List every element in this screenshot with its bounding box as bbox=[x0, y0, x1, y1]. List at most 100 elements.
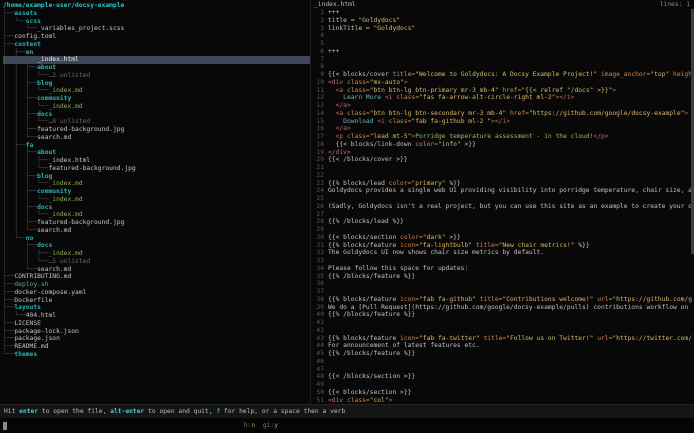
tree-item[interactable]: │ │ │ └──_index.md bbox=[3, 103, 310, 111]
line-number: 15 bbox=[311, 118, 324, 126]
tree-item[interactable]: │ └──404.html bbox=[3, 312, 310, 320]
file-tree: ├──assets│ └──scss│ └──_variables_projec… bbox=[3, 10, 310, 359]
tree-item[interactable]: │ │ │ ├──_index.html bbox=[3, 157, 310, 165]
tree-item-label: _variables_project.scss bbox=[37, 25, 124, 32]
tree-item[interactable]: │ │ ├──_index.md bbox=[3, 250, 310, 258]
tree-item[interactable]: │ │ ├──community bbox=[3, 95, 310, 103]
tree-item-label: package.json bbox=[14, 335, 60, 342]
tree-item-label: assets bbox=[14, 10, 37, 17]
tree-item[interactable]: ├──LICENSE bbox=[3, 320, 310, 328]
tree-item-selected[interactable]: │ │ ├──_index.html bbox=[3, 56, 310, 64]
tree-item-label: _index.html bbox=[49, 157, 91, 164]
tree-item[interactable]: │ │ └──search.md bbox=[3, 134, 310, 142]
code-line: 45{{% /blocks/feature %}} bbox=[311, 350, 694, 358]
tree-branch-lines: │ │ └── bbox=[3, 227, 37, 234]
tree-item[interactable]: ├──Dockerfile bbox=[3, 297, 310, 305]
tree-item[interactable]: │ │ │ └──_index.md bbox=[3, 180, 310, 188]
line-number: 27 bbox=[311, 211, 324, 219]
tree-item[interactable]: ├──assets bbox=[3, 10, 310, 18]
tree-branch-lines: │ │ ├── bbox=[3, 126, 37, 133]
tree-item[interactable]: │ │ ├──featured-background.jpg bbox=[3, 126, 310, 134]
code-text: </a> bbox=[328, 102, 351, 110]
tree-item-label: about bbox=[37, 64, 56, 71]
tree-item[interactable]: │ │ └──search.md bbox=[3, 227, 310, 235]
code-text: title = "Goldydocs" bbox=[328, 17, 400, 25]
tree-item[interactable]: │ │ ├──about bbox=[3, 149, 310, 157]
tree-branch-lines: │ │ ├── bbox=[3, 250, 49, 257]
code-text: {{< blocks/section >}} bbox=[328, 389, 411, 397]
line-number: 45 bbox=[311, 350, 324, 358]
tree-item-label: README.md bbox=[14, 343, 48, 350]
code-text: {{% /blocks/feature %}} bbox=[328, 273, 415, 281]
tree-branch-lines: │ │ │ └── bbox=[3, 103, 49, 110]
tree-item[interactable]: ├──deploy.sh bbox=[3, 281, 310, 289]
line-number: 10 bbox=[311, 79, 324, 87]
code-line: 21 bbox=[311, 164, 694, 172]
root-path[interactable]: /home/example-user/docsy-example bbox=[3, 2, 310, 10]
code-text: {{< blocks/section color="dark" >}} bbox=[328, 234, 461, 242]
tree-branch-lines: │ │ ├── bbox=[3, 204, 37, 211]
tree-item[interactable]: │ │ │ └──_index.md bbox=[3, 87, 310, 95]
line-number: 48 bbox=[311, 373, 324, 381]
tree-item[interactable]: │ │ │ └──…8 unlisted bbox=[3, 118, 310, 126]
tree-branch-lines: ├── bbox=[3, 10, 14, 17]
code-line: 30{{< blocks/section color="dark" >}} bbox=[311, 234, 694, 242]
line-number: 46 bbox=[311, 358, 324, 366]
code-line: 25 bbox=[311, 195, 694, 203]
code-line: 10<div class="mx-auto"> bbox=[311, 79, 694, 87]
tree-item[interactable]: ├──layouts bbox=[3, 304, 310, 312]
code-line: 42 bbox=[311, 327, 694, 335]
tree-item[interactable]: │ │ │ └──…2 unlisted bbox=[3, 72, 310, 80]
code-line: 47 bbox=[311, 366, 694, 374]
tree-item[interactable]: ├──content bbox=[3, 41, 310, 49]
tree-item[interactable]: │ │ └──…5 unlisted bbox=[3, 258, 310, 266]
code-line: 15 Download <i class="fab fa-github ml-2… bbox=[311, 118, 694, 126]
tree-item-label: search.md bbox=[37, 134, 71, 141]
tree-item[interactable]: │ │ │ └──_index.md bbox=[3, 196, 310, 204]
tree-branch-lines: │ └── bbox=[3, 312, 26, 319]
tree-branch-lines: │ ├── bbox=[3, 142, 26, 149]
tree-branch-lines: │ │ └── bbox=[3, 258, 49, 265]
tree-item[interactable]: │ │ │ └──_index.md bbox=[3, 211, 310, 219]
input-line[interactable]: h:n gi:y bbox=[0, 418, 694, 433]
tree-branch-lines: │ │ ├── bbox=[3, 95, 37, 102]
tree-item[interactable]: │ │ ├──featured-background.jpg bbox=[3, 219, 310, 227]
tree-item[interactable]: └──themes bbox=[3, 351, 310, 359]
tree-item-label: community bbox=[37, 95, 71, 102]
line-number: 9 bbox=[311, 71, 324, 79]
tree-item[interactable]: │ │ │ └──featured-background.jpg bbox=[3, 165, 310, 173]
code-lines: 1+++2title = "Goldydocs"3linkTitle = "Go… bbox=[311, 9, 694, 404]
tree-item[interactable]: ├──CONTRIBUTING.md bbox=[3, 273, 310, 281]
tree-item[interactable]: ├──config.toml bbox=[3, 33, 310, 41]
tree-item-label: docs bbox=[37, 242, 52, 249]
tree-branch-lines: │ │ │ └── bbox=[3, 211, 49, 218]
search-input[interactable]: h:n gi:y bbox=[0, 422, 310, 430]
tree-item-label: _index.html bbox=[37, 56, 79, 63]
line-number: 49 bbox=[311, 381, 324, 389]
line-number: 21 bbox=[311, 164, 324, 172]
line-number: 33 bbox=[311, 257, 324, 265]
line-number: 24 bbox=[311, 187, 324, 195]
tree-branch-lines: ├── bbox=[3, 289, 14, 296]
code-text: {{% blocks/feature icon="fa-lightbulb" t… bbox=[328, 242, 590, 250]
code-line: 2title = "Goldydocs" bbox=[311, 17, 694, 25]
tree-branch-lines: │ │ │ └── bbox=[3, 165, 49, 172]
tree-item[interactable]: │ └──_variables_project.scss bbox=[3, 25, 310, 33]
tree-item[interactable]: │ ├──docs bbox=[3, 242, 310, 250]
tree-item[interactable]: │ │ ├──community bbox=[3, 188, 310, 196]
tree-item-label: package-lock.json bbox=[14, 328, 78, 335]
tree-branch-lines: ├── bbox=[3, 297, 14, 304]
input-cursor[interactable] bbox=[3, 422, 7, 430]
tree-item[interactable]: │ │ ├──about bbox=[3, 64, 310, 72]
tree-item[interactable]: ├──docker-compose.yaml bbox=[3, 289, 310, 297]
tree-item-label: community bbox=[37, 188, 71, 195]
preview-panel: _index.html lines: 1 1+++2title = "Goldy… bbox=[311, 0, 694, 404]
code-text: Download <i class="fab fa-github ml-2 ">… bbox=[328, 118, 510, 126]
tree-branch-lines: │ │ └── bbox=[3, 134, 37, 141]
line-number: 6 bbox=[311, 48, 324, 56]
code-text: {{% blocks/feature icon="fab fa-twitter"… bbox=[328, 335, 692, 343]
code-line: 4 bbox=[311, 32, 694, 40]
tree-item[interactable]: ├──package.json bbox=[3, 335, 310, 343]
tree-item[interactable]: ├──README.md bbox=[3, 343, 310, 351]
tree-branch-lines: │ │ ├── bbox=[3, 188, 37, 195]
